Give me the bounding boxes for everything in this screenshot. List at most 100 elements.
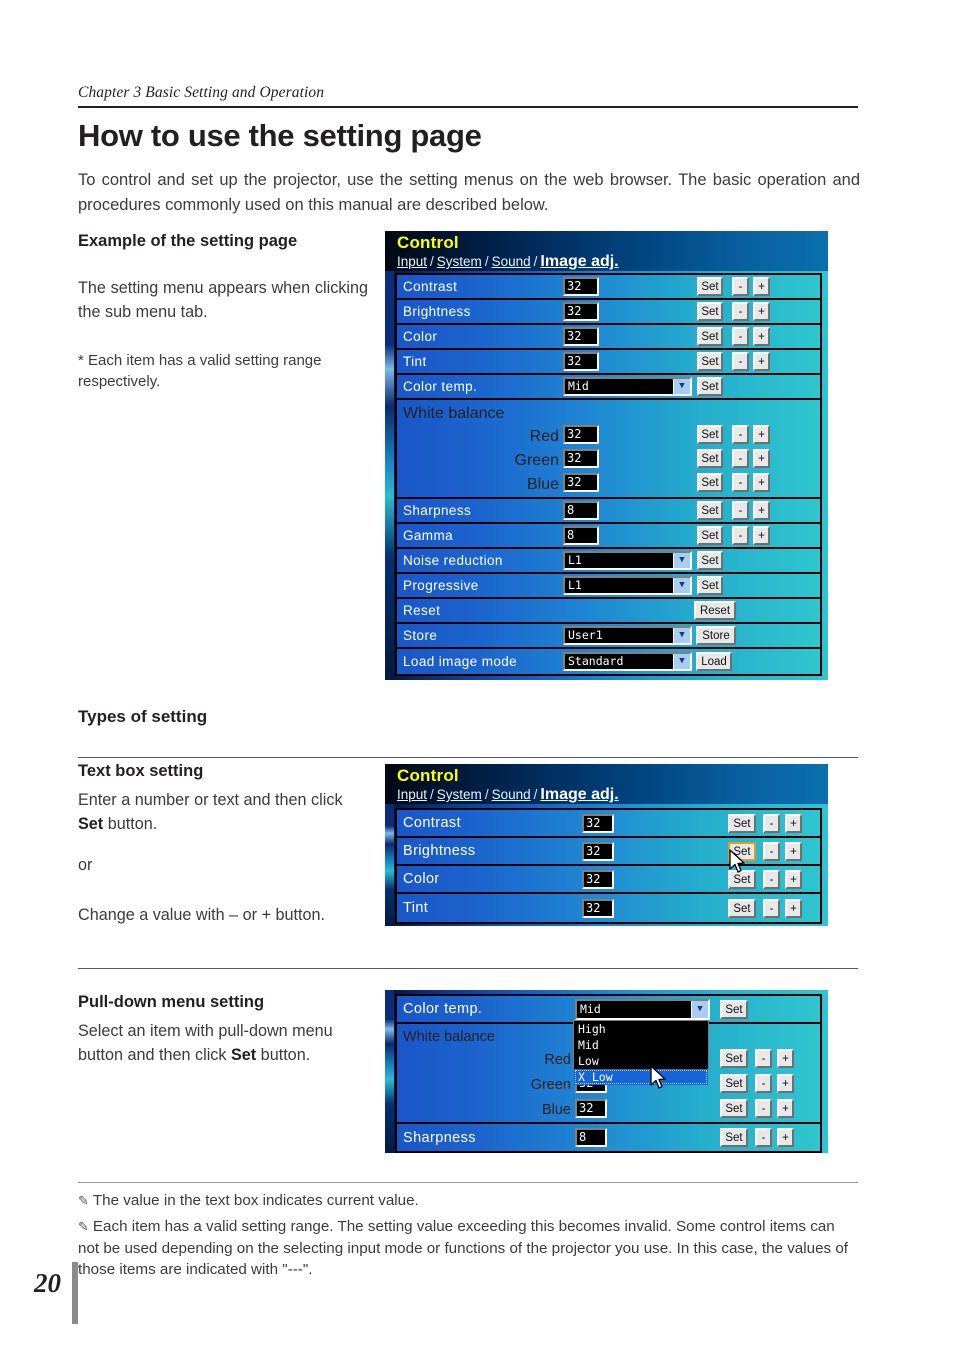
plus-button[interactable]: + bbox=[753, 501, 770, 520]
value-input[interactable]: 32 bbox=[563, 425, 599, 444]
set-button[interactable]: Set bbox=[697, 576, 723, 595]
plus-button[interactable]: + bbox=[753, 277, 770, 296]
chevron-down-icon[interactable]: ▼ bbox=[673, 379, 690, 394]
pulldown-example-panel[interactable]: Color temp. Mid ▼ Set White balance Red … bbox=[385, 990, 828, 1153]
plus-button[interactable]: + bbox=[785, 869, 802, 889]
value-input[interactable]: 32 bbox=[563, 473, 599, 492]
table-row[interactable]: Sharpness 8 Set - + bbox=[397, 499, 820, 524]
dropdown-option-low[interactable]: Low bbox=[574, 1053, 708, 1069]
dropdown-option-high[interactable]: High bbox=[574, 1021, 708, 1037]
panel-tabs[interactable]: Input / System / Sound / Image adj. bbox=[397, 786, 619, 804]
table-row[interactable]: Store User1 ▼ Store bbox=[397, 624, 820, 649]
plus-button[interactable]: + bbox=[777, 1074, 794, 1093]
minus-button[interactable]: - bbox=[732, 501, 749, 520]
set-button[interactable]: Set bbox=[697, 551, 723, 570]
table-row[interactable]: Noise reduction L1 ▼ Set bbox=[397, 549, 820, 574]
value-input[interactable]: 32 bbox=[563, 449, 599, 468]
plus-button[interactable]: + bbox=[753, 526, 770, 545]
plus-button[interactable]: + bbox=[753, 302, 770, 321]
plus-button[interactable]: + bbox=[753, 449, 770, 468]
table-row[interactable]: Progressive L1 ▼ Set bbox=[397, 574, 820, 599]
value-input[interactable]: 32 bbox=[563, 302, 599, 321]
value-input[interactable]: 32 bbox=[575, 1099, 607, 1118]
minus-button[interactable]: - bbox=[732, 352, 749, 371]
table-row[interactable]: Load image mode Standard ▼ Load bbox=[397, 649, 820, 674]
plus-button[interactable]: + bbox=[785, 813, 802, 833]
tab-system[interactable]: System bbox=[437, 254, 482, 269]
set-button[interactable]: Set bbox=[697, 277, 723, 296]
dropdown-option-mid[interactable]: Mid bbox=[574, 1037, 708, 1053]
progressive-select[interactable]: L1 ▼ bbox=[563, 576, 692, 595]
set-button[interactable]: Set bbox=[697, 449, 723, 468]
set-button[interactable]: Set bbox=[728, 841, 756, 861]
set-button[interactable]: Set bbox=[720, 1049, 748, 1068]
color-temp-dropdown-list[interactable]: High Mid Low X Low bbox=[573, 1020, 709, 1085]
table-row[interactable]: Color 32 Set - + bbox=[397, 325, 820, 350]
set-button[interactable]: Set bbox=[697, 352, 723, 371]
color-temp-select[interactable]: Mid ▼ bbox=[563, 377, 692, 396]
plus-button[interactable]: + bbox=[777, 1128, 794, 1147]
minus-button[interactable]: - bbox=[732, 526, 749, 545]
set-button[interactable]: Set bbox=[728, 869, 756, 889]
minus-button[interactable]: - bbox=[763, 869, 780, 889]
projector-setting-panel[interactable]: Control Input / System / Sound / Image adj. Co… bbox=[385, 231, 828, 680]
value-input[interactable]: 32 bbox=[582, 898, 614, 918]
minus-button[interactable]: - bbox=[755, 1074, 772, 1093]
table-row[interactable]: Brightness 32 Set - + bbox=[397, 838, 820, 866]
minus-button[interactable]: - bbox=[755, 1049, 772, 1068]
value-input[interactable]: 32 bbox=[563, 277, 599, 296]
plus-button[interactable]: + bbox=[753, 473, 770, 492]
tab-input[interactable]: Input bbox=[397, 787, 427, 802]
minus-button[interactable]: - bbox=[732, 449, 749, 468]
panel-tabs[interactable]: Input / System / Sound / Image adj. bbox=[397, 253, 619, 271]
panel-left-scroll-edge[interactable] bbox=[385, 804, 394, 926]
set-button[interactable]: Set bbox=[697, 526, 723, 545]
panel-left-scroll-edge[interactable] bbox=[385, 990, 394, 1153]
plus-button[interactable]: + bbox=[777, 1099, 794, 1118]
plus-button[interactable]: + bbox=[753, 352, 770, 371]
minus-button[interactable]: - bbox=[755, 1099, 772, 1118]
table-row[interactable]: Tint 32 Set - + bbox=[397, 894, 820, 922]
table-row[interactable]: Color 32 Set - + bbox=[397, 866, 820, 894]
value-input[interactable]: 32 bbox=[582, 869, 614, 889]
value-input[interactable]: 32 bbox=[582, 813, 614, 833]
table-row[interactable]: Sharpness 8 Set - + bbox=[397, 1124, 820, 1151]
plus-button[interactable]: + bbox=[753, 327, 770, 346]
plus-button[interactable]: + bbox=[753, 425, 770, 444]
tab-input[interactable]: Input bbox=[397, 254, 427, 269]
value-input[interactable]: 8 bbox=[575, 1128, 607, 1147]
tab-system[interactable]: System bbox=[437, 787, 482, 802]
chevron-down-icon[interactable]: ▼ bbox=[673, 654, 690, 669]
color-temp-select[interactable]: Mid ▼ bbox=[575, 998, 710, 1020]
textbox-example-panel[interactable]: Control Input / System / Sound / Image adj. Co… bbox=[385, 764, 828, 926]
table-row[interactable]: Brightness 32 Set - + bbox=[397, 300, 820, 325]
set-button[interactable]: Set bbox=[697, 327, 723, 346]
store-button[interactable]: Store bbox=[696, 626, 736, 645]
minus-button[interactable]: - bbox=[732, 277, 749, 296]
tab-image-adj[interactable]: Image adj. bbox=[540, 253, 618, 270]
minus-button[interactable]: - bbox=[732, 425, 749, 444]
value-input[interactable]: 32 bbox=[582, 841, 614, 861]
chevron-down-icon[interactable]: ▼ bbox=[691, 1000, 708, 1018]
panel-left-scroll-edge[interactable] bbox=[385, 271, 394, 680]
reset-button[interactable]: Reset bbox=[694, 601, 736, 620]
set-button[interactable]: Set bbox=[720, 1099, 748, 1118]
value-input[interactable]: 8 bbox=[563, 526, 599, 545]
value-input[interactable]: 8 bbox=[563, 501, 599, 520]
table-row[interactable]: Reset Reset bbox=[397, 599, 820, 624]
value-input[interactable]: 32 bbox=[563, 327, 599, 346]
set-button[interactable]: Set bbox=[697, 425, 723, 444]
set-button[interactable]: Set bbox=[720, 1074, 748, 1093]
load-button[interactable]: Load bbox=[696, 652, 732, 671]
dropdown-option-x-low[interactable]: X Low bbox=[574, 1069, 708, 1085]
minus-button[interactable]: - bbox=[732, 302, 749, 321]
minus-button[interactable]: - bbox=[755, 1128, 772, 1147]
set-button[interactable]: Set bbox=[697, 302, 723, 321]
chevron-down-icon[interactable]: ▼ bbox=[673, 578, 690, 593]
tab-image-adj[interactable]: Image adj. bbox=[540, 786, 618, 803]
noise-reduction-select[interactable]: L1 ▼ bbox=[563, 551, 692, 570]
set-button[interactable]: Set bbox=[720, 999, 748, 1019]
chevron-down-icon[interactable]: ▼ bbox=[673, 628, 690, 643]
minus-button[interactable]: - bbox=[732, 473, 749, 492]
set-button[interactable]: Set bbox=[720, 1128, 748, 1147]
